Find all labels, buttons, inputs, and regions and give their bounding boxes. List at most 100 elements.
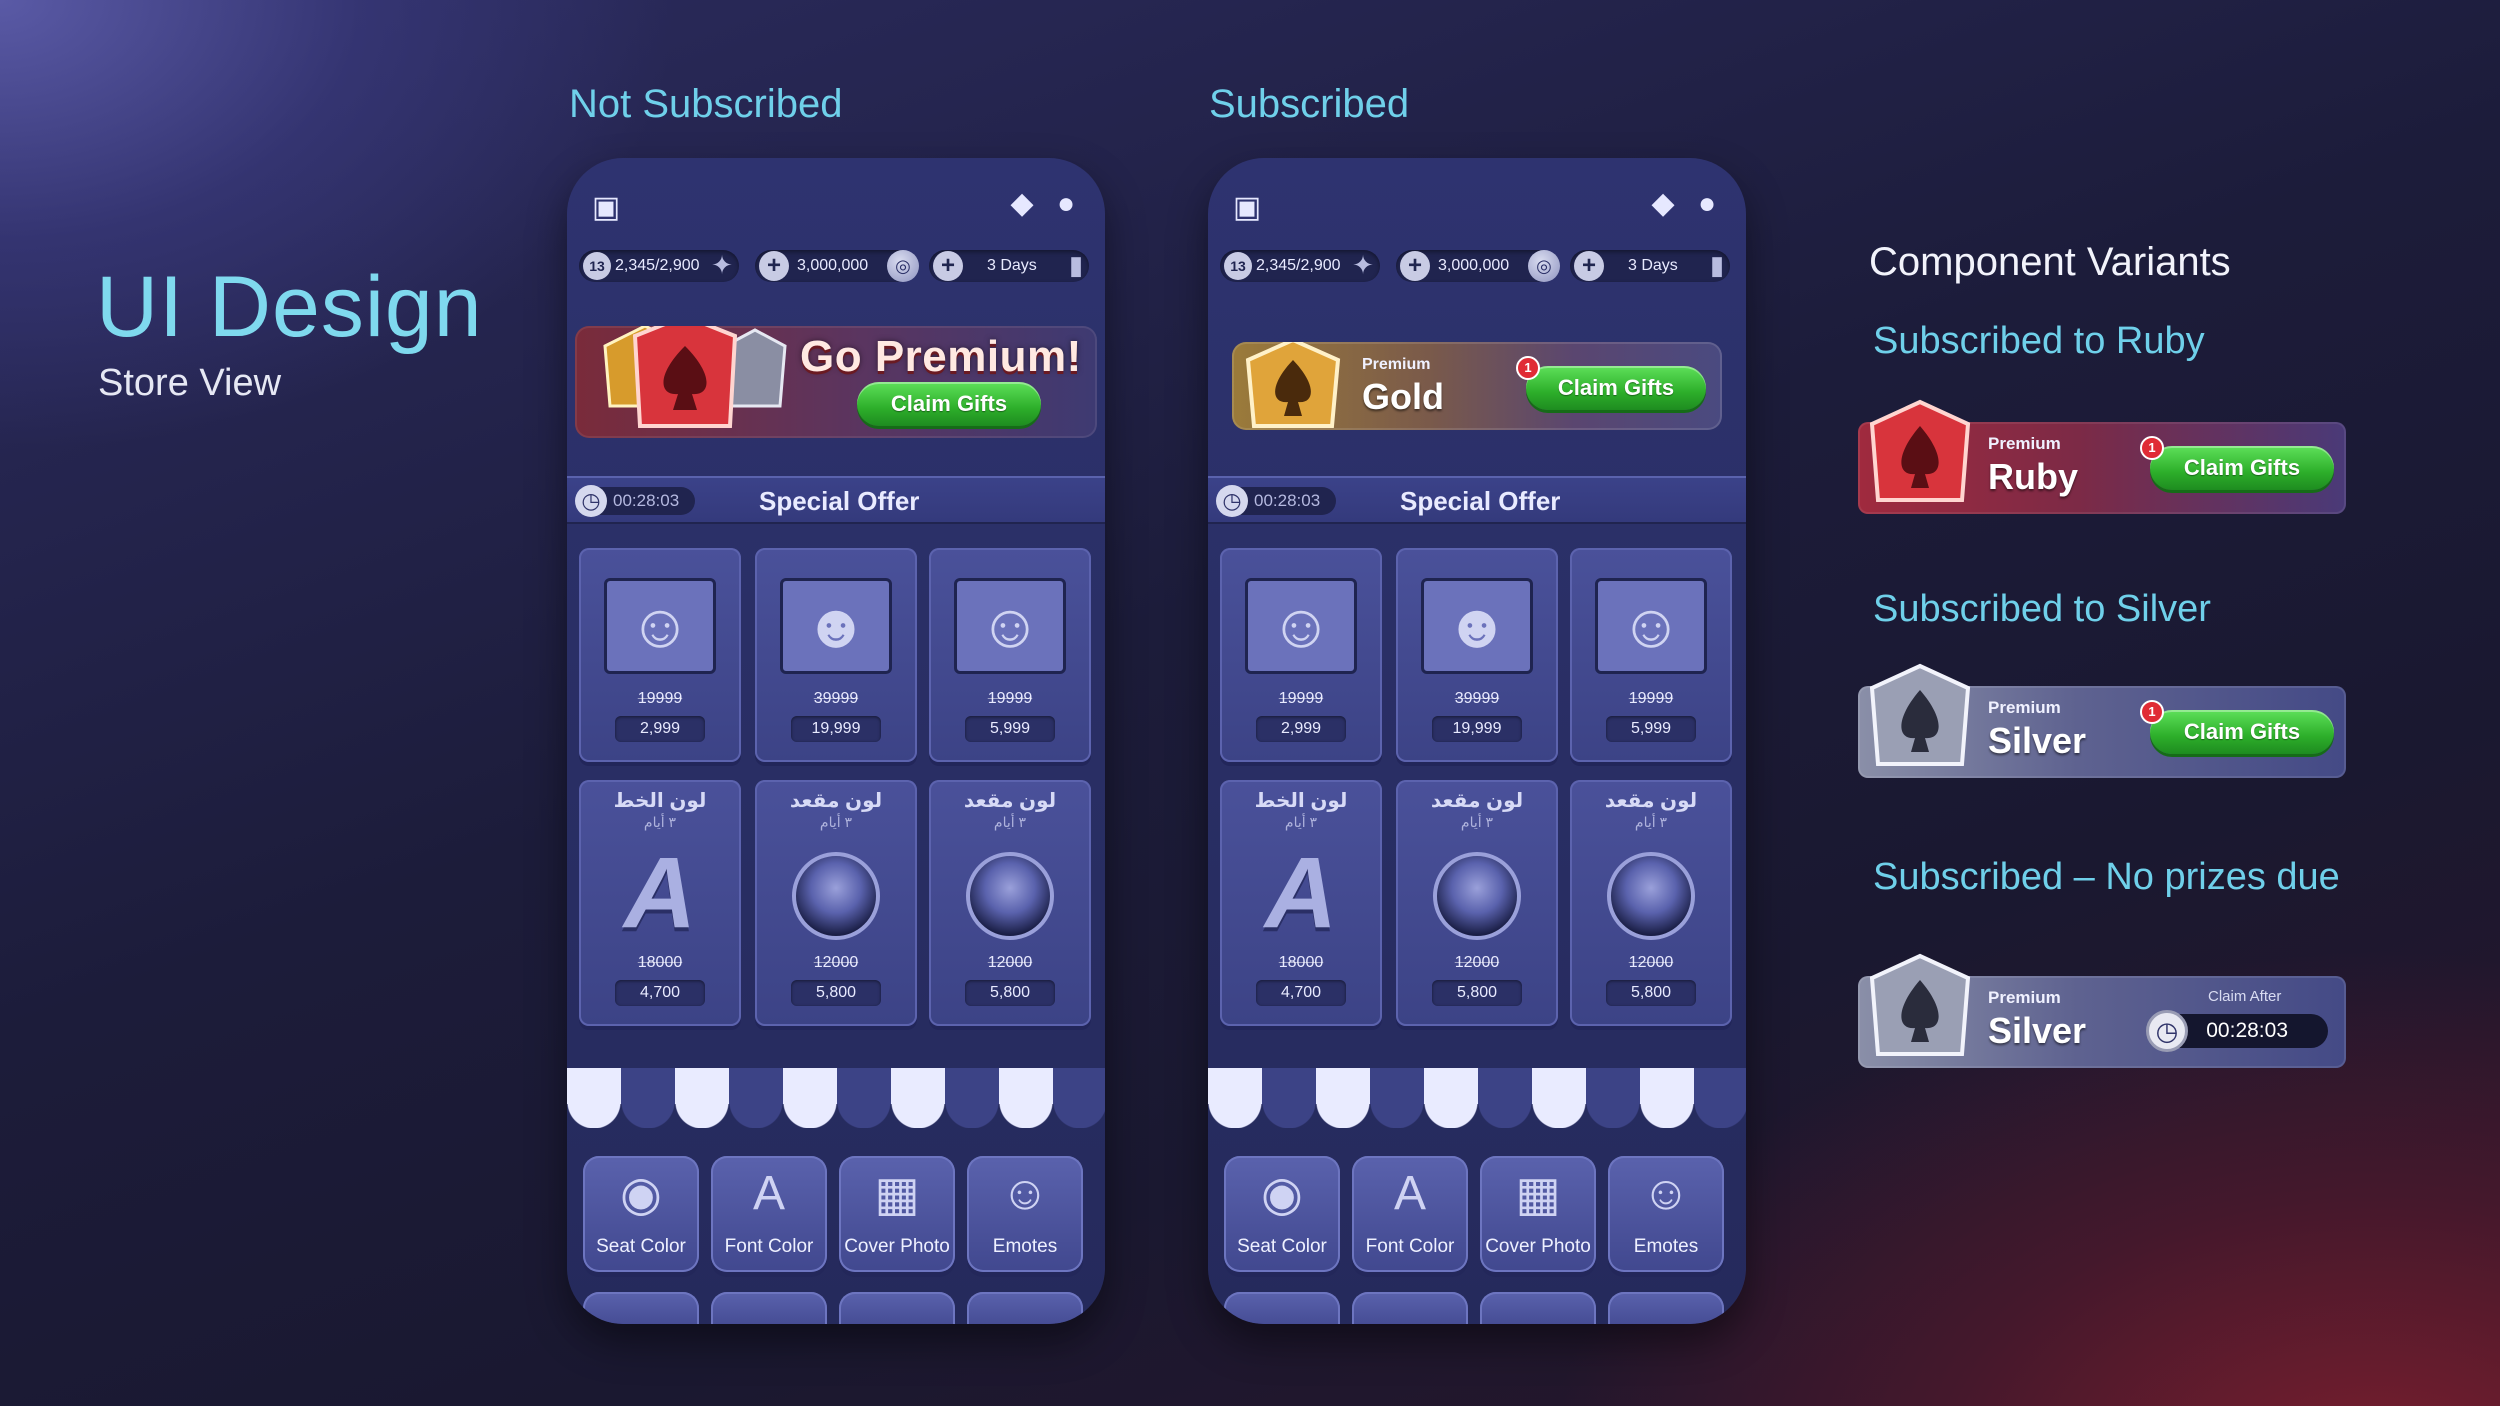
category-more[interactable] [1224, 1292, 1340, 1324]
seat-circle-icon [1607, 852, 1695, 940]
gift-icon[interactable]: ✦ [707, 250, 737, 280]
premium-gold-banner[interactable]: Premium Gold Claim Gifts 1 [1232, 342, 1722, 430]
cover-photo-icon: ▦ [1515, 1168, 1561, 1221]
column-title-not-subscribed: Not Subscribed [569, 82, 843, 126]
add-days-button[interactable]: + [933, 251, 963, 281]
item-duration: ٣ أيام [1284, 814, 1318, 830]
xp-value: 2,345/2,900 [1256, 257, 1341, 274]
add-coins-button[interactable]: + [759, 251, 789, 281]
coin-icon: ◎ [1528, 250, 1560, 282]
font-a-icon: A [1264, 837, 1338, 949]
seat-icon: ◉ [1261, 1168, 1303, 1221]
offer-card[interactable]: ☻ 39999 19,999 [1396, 548, 1558, 762]
price-button[interactable]: 5,800 [965, 980, 1055, 1006]
price-button[interactable]: 5,800 [1432, 980, 1522, 1006]
offer-card[interactable]: لون مقعد ٣ أيام 12000 5,800 [755, 780, 917, 1026]
tier-label: Premium [1988, 434, 2061, 453]
silver-gem-icon [1869, 663, 1971, 766]
claim-after-label: Claim After [2208, 988, 2282, 1005]
old-price: 12000 [987, 954, 1033, 971]
mustache-man-avatar-icon: ☻ [780, 578, 892, 674]
old-price: 18000 [1278, 954, 1324, 971]
notification-badge: 1 [2140, 436, 2164, 460]
chest-icon: ▮ [1709, 250, 1725, 280]
old-price: 19999 [637, 690, 683, 707]
price-button[interactable]: 5,800 [1606, 980, 1696, 1006]
price-button[interactable]: 19,999 [1432, 716, 1522, 742]
emotes-icon: ☺ [1641, 1167, 1691, 1220]
price-button[interactable]: 19,999 [791, 716, 881, 742]
price-button[interactable]: 5,999 [965, 716, 1055, 742]
go-premium-banner[interactable]: Go Premium! Claim Gifts [575, 326, 1097, 438]
price-button[interactable]: 2,999 [1256, 716, 1346, 742]
offer-card[interactable]: ☺ 19999 5,999 [929, 548, 1091, 762]
claim-gifts-button[interactable]: Claim Gifts [857, 382, 1041, 426]
offer-card[interactable]: ☺ 19999 2,999 [579, 548, 741, 762]
diamond-icon[interactable]: ◆ [1005, 189, 1039, 219]
category-seat-color[interactable]: ◉ Seat Color [583, 1156, 699, 1272]
tier-label: Premium [1988, 698, 2061, 717]
awning [1208, 1068, 1746, 1104]
gift-icon[interactable]: ✦ [1348, 250, 1378, 280]
category-more[interactable] [711, 1292, 827, 1324]
offer-card[interactable]: لون الخط ٣ أيام A 18000 4,700 [1220, 780, 1382, 1026]
notification-badge: 1 [1516, 356, 1540, 380]
category-label: Seat Color [596, 1236, 686, 1257]
claim-gifts-button[interactable]: Claim Gifts [2150, 446, 2334, 490]
offer-card[interactable]: لون مقعد ٣ أيام 12000 5,800 [929, 780, 1091, 1026]
variants-heading: Component Variants [1869, 240, 2231, 284]
profile-card-icon[interactable]: ▣ [589, 193, 623, 223]
tier-name: Gold [1362, 376, 1444, 417]
offer-card[interactable]: ☻ 39999 19,999 [755, 548, 917, 762]
go-premium-headline: Go Premium! [800, 332, 1082, 381]
category-more[interactable] [839, 1292, 955, 1324]
category-more[interactable] [1608, 1292, 1724, 1324]
category-more[interactable] [1352, 1292, 1468, 1324]
add-days-button[interactable]: + [1574, 251, 1604, 281]
diamond-icon[interactable]: ◆ [1646, 189, 1680, 219]
column-title-subscribed: Subscribed [1209, 82, 1410, 126]
offer-card[interactable]: لون مقعد ٣ أيام 12000 5,800 [1570, 780, 1732, 1026]
awning-edge [567, 1102, 1105, 1128]
user-icon[interactable]: ● [1049, 189, 1083, 219]
page-subtitle: Store View [98, 362, 282, 404]
silver-variant-banner[interactable]: Premium Silver Claim Gifts 1 [1858, 663, 2346, 778]
add-coins-button[interactable]: + [1400, 251, 1430, 281]
price-button[interactable]: 4,700 [615, 980, 705, 1006]
offer-card[interactable]: لون مقعد ٣ أيام 12000 5,800 [1396, 780, 1558, 1026]
price-button[interactable]: 5,999 [1606, 716, 1696, 742]
category-emotes[interactable]: ☺ Emotes [967, 1156, 1083, 1272]
ruby-variant-banner[interactable]: Premium Ruby Claim Gifts 1 [1858, 399, 2346, 514]
offer-card[interactable]: لون الخط ٣ أيام A 18000 4,700 [579, 780, 741, 1026]
special-offer-title: Special Offer [1400, 486, 1561, 516]
profile-card-icon[interactable]: ▣ [1230, 193, 1264, 223]
category-more[interactable] [1480, 1292, 1596, 1324]
xp-value: 2,345/2,900 [615, 257, 700, 274]
claim-gifts-button[interactable]: Claim Gifts [2150, 710, 2334, 754]
category-more[interactable] [583, 1292, 699, 1324]
category-cover-photo[interactable]: ▦ Cover Photo [839, 1156, 955, 1272]
category-font-color[interactable]: A Font Color [711, 1156, 827, 1272]
category-emotes[interactable]: ☺ Emotes [1608, 1156, 1724, 1272]
seat-circle-icon [1433, 852, 1521, 940]
item-duration: ٣ أيام [1634, 814, 1668, 830]
coin-value: 3,000,000 [797, 257, 869, 274]
emotes-icon: ☺ [1000, 1167, 1050, 1220]
category-font-color[interactable]: A Font Color [1352, 1156, 1468, 1272]
user-icon[interactable]: ● [1690, 189, 1724, 219]
font-icon: A [752, 1167, 785, 1220]
category-seat-color[interactable]: ◉ Seat Color [1224, 1156, 1340, 1272]
seat-circle-icon [966, 852, 1054, 940]
tier-label: Premium [1362, 356, 1431, 373]
category-more[interactable] [967, 1292, 1083, 1324]
offer-card[interactable]: ☺ 19999 2,999 [1220, 548, 1382, 762]
category-cover-photo[interactable]: ▦ Cover Photo [1480, 1156, 1596, 1272]
price-button[interactable]: 4,700 [1256, 980, 1346, 1006]
item-duration: ٣ أيام [1460, 814, 1494, 830]
category-label: Seat Color [1237, 1236, 1327, 1257]
tier-name: Silver [1988, 720, 2087, 761]
price-button[interactable]: 2,999 [615, 716, 705, 742]
offer-card[interactable]: ☺ 19999 5,999 [1570, 548, 1732, 762]
price-button[interactable]: 5,800 [791, 980, 881, 1006]
claim-gifts-button[interactable]: Claim Gifts [1526, 366, 1706, 410]
